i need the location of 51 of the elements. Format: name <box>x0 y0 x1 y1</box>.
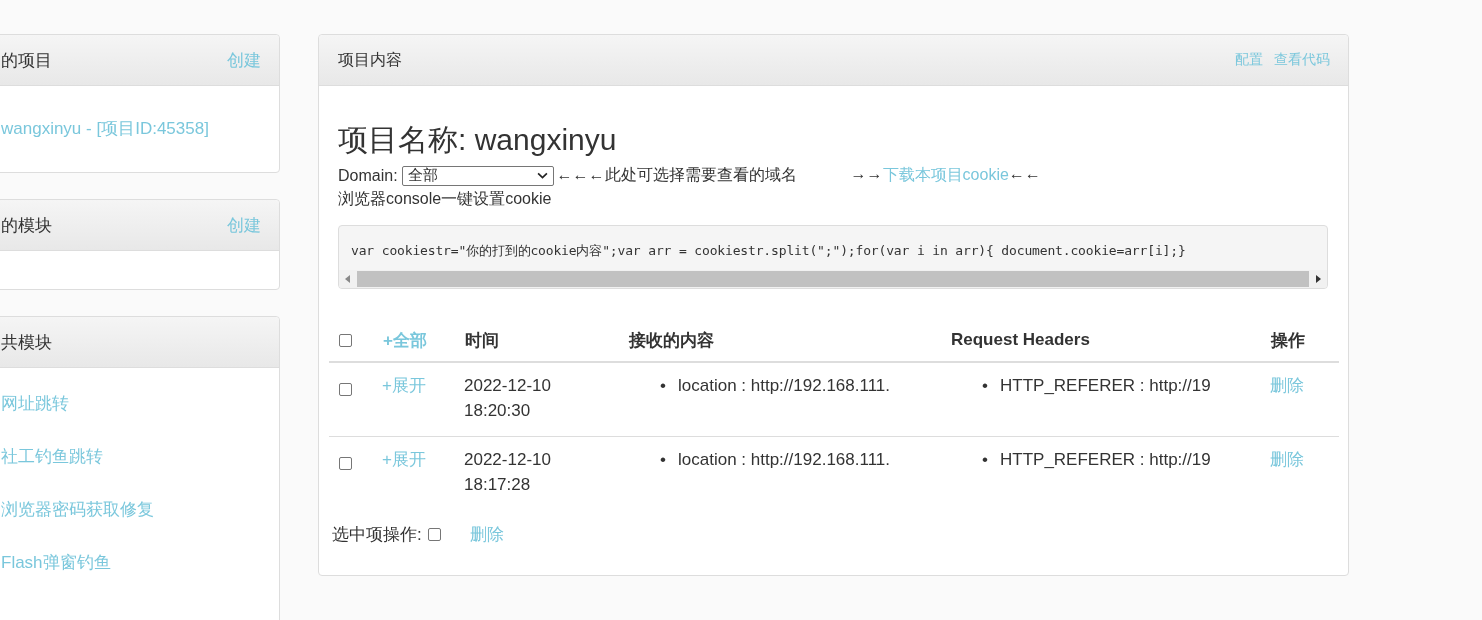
column-header: Request Headers <box>951 330 1090 349</box>
bulk-checkbox[interactable] <box>427 528 441 541</box>
code-text: var cookiestr="你的打到的cookie内容";var arr = cookiestr.split(";");for(var i in arr){ document.cookie=arr[i];} <box>350 242 1187 260</box>
content-item: location : http://192.168.111. <box>678 449 891 471</box>
sidebar-item[interactable]: Flash弹窗钓鱼 <box>1 551 279 575</box>
content-item: location : http://192.168.111. <box>678 375 891 397</box>
list-bullet: • <box>982 449 989 471</box>
panel-title: 项目内容 <box>338 49 402 70</box>
sidebar-item[interactable]: 社工钓鱼跳转 <box>1 445 279 469</box>
scroll-left-icon[interactable] <box>345 275 351 283</box>
row-checkbox[interactable] <box>339 457 352 470</box>
horizontal-scrollbar[interactable] <box>339 270 1327 288</box>
domain-select[interactable]: 全部 <box>401 165 554 186</box>
header-item: HTTP_REFERER : http://19 <box>1000 449 1211 471</box>
bulk-action-label: 选中项操作: <box>332 524 422 546</box>
domain-hint: ←←←此处可选择需要查看的域名 <box>556 165 797 185</box>
delete-link[interactable]: 删除 <box>1270 376 1304 395</box>
time-cell-text: 2022-12-10 18:20:30 <box>464 375 552 422</box>
list-bullet: • <box>660 449 667 471</box>
chevron-icon <box>536 172 548 179</box>
bulk-delete-link[interactable]: 删除 <box>469 523 504 546</box>
console-label: 浏览器console一键设置cookie <box>338 189 553 209</box>
row-checkbox[interactable] <box>339 383 352 396</box>
domain-label: Domain: <box>338 166 398 185</box>
time-cell-text: 2022-12-10 18:17:28 <box>464 449 552 496</box>
list-bullet: • <box>660 375 667 397</box>
panel-title: 的项目 <box>1 49 52 72</box>
create-link[interactable]: 创建 <box>227 48 261 72</box>
scroll-right-icon[interactable] <box>1315 275 1321 283</box>
column-header: 时间 <box>465 330 499 350</box>
create-link[interactable]: 创建 <box>227 213 261 237</box>
download-link[interactable]: 下载本项目cookie <box>882 165 1009 186</box>
expand-link[interactable]: +展开 <box>382 376 426 395</box>
arrow-text: →→ <box>850 165 883 184</box>
sidebar-item[interactable]: 浏览器密码获取修复 <box>1 498 279 522</box>
project-heading: 项目名称: wangxinyu <box>338 122 618 158</box>
expand-link[interactable]: +展开 <box>382 450 426 469</box>
column-header: 接收的内容 <box>629 330 714 350</box>
sidebar-item[interactable]: 网址跳转 <box>1 392 279 416</box>
panel-title: 共模块 <box>1 331 52 354</box>
column-header: 操作 <box>1271 330 1305 350</box>
expand-all-link[interactable]: +全部 <box>383 330 427 350</box>
header-link[interactable]: 配置 <box>1235 51 1263 69</box>
list-bullet: • <box>982 375 989 397</box>
header-item: HTTP_REFERER : http://19 <box>1000 375 1211 397</box>
header-link[interactable]: 查看代码 <box>1274 51 1330 69</box>
panel-title: 的模块 <box>1 214 52 237</box>
sidebar-item[interactable]: wangxinyu - [项目ID:45358] <box>1 117 279 141</box>
arrow-text: ←← <box>1008 165 1041 184</box>
delete-link[interactable]: 删除 <box>1270 450 1304 469</box>
select-all-checkbox[interactable] <box>339 334 352 347</box>
